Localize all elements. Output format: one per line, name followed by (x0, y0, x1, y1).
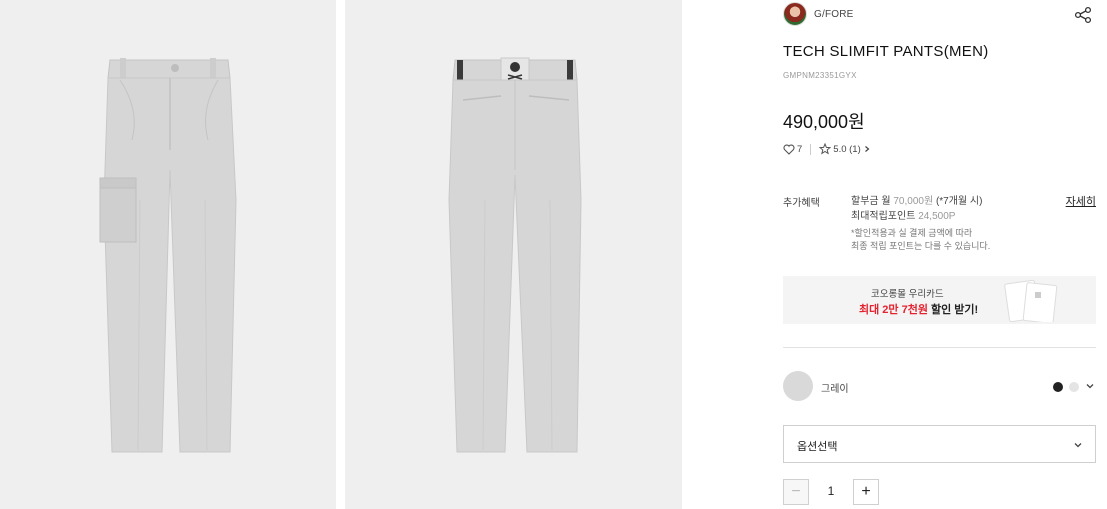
product-price: 490,000원 (783, 112, 865, 132)
color-selector: 그레이 (783, 371, 1096, 403)
credit-card-image (1004, 279, 1058, 322)
chevron-right-icon (864, 146, 870, 152)
rating-link[interactable]: 5.0 (1) (819, 143, 872, 155)
benefit-detail-link[interactable]: 자세히 (1066, 193, 1096, 209)
product-title: TECH SLIMFIT PANTS(MEN) (783, 43, 989, 60)
selected-color-name: 그레이 (821, 384, 849, 395)
card-promo-line1: 코오롱몰 우리카드 (871, 289, 944, 300)
product-image-front[interactable] (0, 0, 336, 509)
chevron-down-icon (1074, 443, 1082, 448)
installment-prefix: 할부금 월 (851, 196, 891, 207)
installment-line: 할부금 월 70,000원 (*7개월 시) (851, 194, 982, 209)
product-image-back[interactable] (345, 0, 682, 509)
quantity-value[interactable]: 1 (823, 484, 839, 498)
color-option-dark[interactable] (1053, 382, 1063, 392)
meta-divider (810, 143, 812, 155)
card-promo-banner[interactable]: 코오롱몰 우리카드 최대 2만 7천원 할인 받기! (783, 276, 1096, 324)
product-info-panel: G/FORE TECH SLIMFIT PANTS(MEN) GMPNM2335… (783, 0, 1096, 509)
benefit-label: 추가혜택 (783, 198, 820, 209)
brand-row: G/FORE (783, 2, 1096, 28)
pants-back-illustration (345, 0, 682, 509)
like-count: 7 (797, 143, 803, 155)
star-icon (819, 143, 832, 155)
product-code: GMPNM23351GYX (783, 71, 857, 80)
points-line: 최대적립포인트 24,500P (851, 209, 982, 224)
benefit-note-line1: *할인적용과 실 결제 금액에 따라 (851, 228, 973, 238)
quantity-increase-button[interactable]: + (853, 479, 879, 505)
benefit-note: *할인적용과 실 결제 금액에 따라 최종 적립 포인트는 다를 수 있습니다. (851, 227, 990, 252)
pants-front-illustration (0, 0, 336, 509)
color-option-gray[interactable] (1069, 382, 1079, 392)
product-page: G/FORE TECH SLIMFIT PANTS(MEN) GMPNM2335… (0, 0, 1107, 509)
product-meta-row: 7 5.0 (1) (783, 142, 873, 156)
option-select-dropdown[interactable]: 옵션선택 (783, 425, 1096, 463)
heart-icon[interactable] (783, 144, 795, 155)
installment-amount: 70,000원 (893, 196, 934, 207)
selected-color-swatch (783, 371, 813, 401)
brand-avatar[interactable] (783, 2, 807, 26)
points-label: 최대적립포인트 (851, 211, 916, 222)
points-value: 24,500P (918, 211, 956, 222)
section-divider (783, 347, 1096, 348)
quantity-decrease-button[interactable]: − (783, 479, 809, 505)
quantity-stepper: − 1 + (783, 479, 903, 505)
installment-months: (*7개월 시) (935, 196, 983, 207)
card-promo-accent: 최대 2만 7천원 (859, 304, 928, 316)
share-icon[interactable] (1074, 6, 1092, 24)
rating-value: 5.0 (1) (833, 143, 861, 155)
chevron-down-icon[interactable] (1085, 381, 1095, 391)
benefit-body: 할부금 월 70,000원 (*7개월 시) 최대적립포인트 24,500P (851, 194, 982, 224)
brand-name[interactable]: G/FORE (814, 9, 854, 20)
benefit-note-line2: 최종 적립 포인트는 다를 수 있습니다. (851, 240, 991, 251)
option-select-label: 옵션선택 (797, 441, 838, 453)
card-promo-line2: 최대 2만 7천원 할인 받기! (859, 301, 978, 317)
card-promo-rest: 할인 받기! (927, 304, 979, 316)
